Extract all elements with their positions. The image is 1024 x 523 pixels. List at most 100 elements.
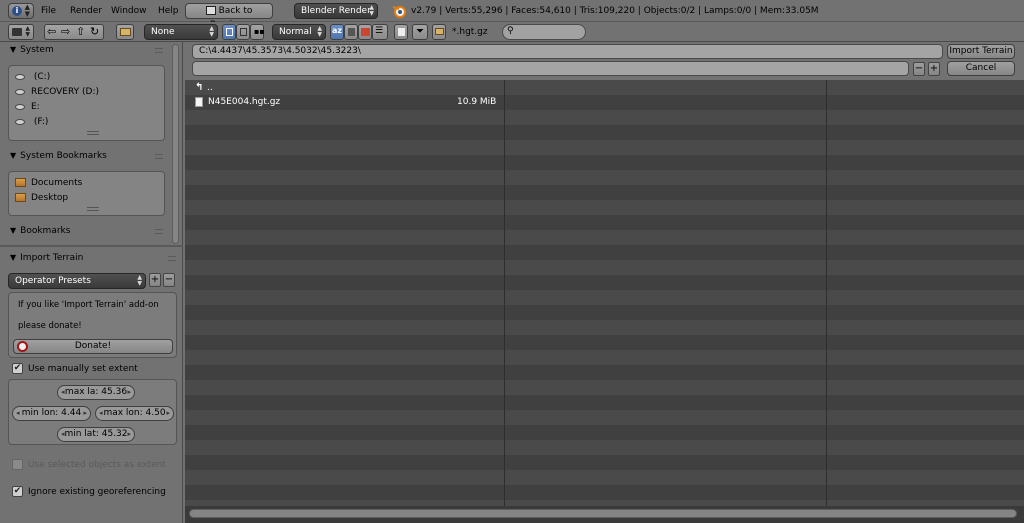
donate-box: If you like 'Import Terrain' add-on plea… bbox=[8, 292, 177, 358]
new-folder-button[interactable] bbox=[116, 24, 134, 40]
folder-icon bbox=[15, 178, 26, 187]
sidebar-scrollbar[interactable] bbox=[172, 44, 179, 244]
max-lon-field[interactable]: ◂ max lon: 4.50 ▸ bbox=[95, 406, 174, 421]
sort-alpha-icon: az bbox=[332, 26, 343, 35]
display-long-list-button[interactable] bbox=[236, 24, 250, 40]
increment-arrow-icon[interactable]: ▸ bbox=[166, 407, 170, 420]
collapse-triangle-icon: ▼ bbox=[10, 151, 17, 160]
list-resize-handle[interactable] bbox=[87, 131, 99, 135]
checkmark-icon: ✔ bbox=[12, 363, 23, 374]
decrement-arrow-icon[interactable]: ◂ bbox=[16, 407, 20, 420]
list-item[interactable]: (F:) bbox=[15, 115, 48, 129]
decrement-filename-button[interactable]: − bbox=[913, 62, 925, 76]
show-hidden-button[interactable] bbox=[394, 24, 408, 40]
forward-icon[interactable]: ⇨ bbox=[61, 25, 70, 39]
add-preset-button[interactable]: + bbox=[149, 273, 161, 287]
system-bookmarks-list: Documents Desktop bbox=[8, 171, 165, 216]
editor-type-selector[interactable]: i ▲ ▼ bbox=[8, 3, 34, 19]
sort-time-icon bbox=[361, 28, 370, 36]
ignore-georef-checkbox[interactable]: ✔ Ignore existing georeferencing bbox=[12, 485, 166, 499]
short-list-icon bbox=[226, 28, 233, 36]
operator-presets-dropdown[interactable]: Operator Presets ▲ ▼ bbox=[8, 273, 146, 289]
updown-arrows-icon: ▲ ▼ bbox=[25, 25, 30, 38]
parent-directory-row[interactable]: ↰.. bbox=[195, 80, 213, 95]
sidebar: ▼ System (C:) RECOVERY (D:) E: (F:) ▼ Syst… bbox=[0, 42, 183, 523]
panel-header-bookmarks[interactable]: ▼ Bookmarks bbox=[10, 224, 70, 238]
max-lat-field[interactable]: ◂ max la: 45.36 ▸ bbox=[57, 385, 135, 400]
panel-divider bbox=[0, 245, 183, 247]
decrement-arrow-icon[interactable]: ◂ bbox=[99, 407, 103, 420]
updown-arrows-icon: ▲ ▼ bbox=[137, 274, 142, 287]
panel-grip-icon[interactable] bbox=[168, 256, 176, 261]
list-item[interactable]: RECOVERY (D:) bbox=[15, 85, 99, 99]
directory-path-field[interactable]: C:\4.4437\45.3573\4.5032\45.3223\ bbox=[192, 44, 943, 59]
menu-file[interactable]: File bbox=[41, 3, 56, 19]
list-item[interactable]: Documents bbox=[15, 176, 82, 190]
refresh-icon[interactable]: ↻ bbox=[90, 25, 99, 39]
filter-folder-button[interactable] bbox=[432, 24, 446, 40]
sort-alpha-button[interactable]: az bbox=[330, 24, 344, 40]
display-short-list-button[interactable] bbox=[222, 24, 236, 40]
donate-message-line1: If you like 'Import Terrain' add-on bbox=[18, 300, 159, 310]
file-browser-header: ▲ ▼ ⇦ ⇨ ⇧ ↻ None ▲ ▼ ▪▪ Normal ▲ ▼ az ☰ ⏷ bbox=[0, 22, 1024, 42]
min-lon-field[interactable]: ◂ min lon: 4.44 ▸ bbox=[12, 406, 91, 421]
panel-header-system[interactable]: ▼ System bbox=[10, 43, 54, 57]
folder-icon bbox=[120, 28, 131, 36]
filebrowser-icon bbox=[12, 28, 22, 36]
parent-directory-icon[interactable]: ⇧ bbox=[76, 25, 85, 39]
panel-header-system-bookmarks[interactable]: ▼ System Bookmarks bbox=[10, 149, 107, 163]
sort-time-button[interactable] bbox=[358, 24, 372, 40]
cancel-button[interactable]: Cancel bbox=[947, 61, 1015, 76]
file-list: ↰.. N45E004.hgt.gz 10.9 MiB bbox=[185, 80, 1024, 506]
menu-window[interactable]: Window bbox=[111, 3, 147, 19]
filename-field[interactable] bbox=[192, 61, 909, 76]
drive-icon bbox=[15, 73, 25, 80]
remove-preset-button[interactable]: − bbox=[163, 273, 175, 287]
horizontal-scrollbar[interactable] bbox=[189, 509, 1017, 518]
use-selected-objects-checkbox[interactable]: Use selected objects as extent bbox=[12, 458, 166, 472]
back-to-previous-button[interactable]: Back to Previous bbox=[185, 3, 273, 30]
sort-extension-icon bbox=[348, 28, 355, 36]
list-item[interactable]: (C:) bbox=[15, 70, 50, 84]
recursion-dropdown[interactable]: None ▲ ▼ bbox=[144, 24, 218, 40]
use-manual-extent-checkbox[interactable]: ✔ Use manually set extent bbox=[12, 362, 138, 376]
parent-arrow-icon: ↰ bbox=[195, 82, 204, 93]
decrement-arrow-icon[interactable]: ◂ bbox=[61, 386, 65, 399]
search-input[interactable]: ⚲ bbox=[502, 24, 586, 40]
menu-render[interactable]: Render bbox=[70, 3, 102, 19]
back-icon[interactable]: ⇦ bbox=[47, 25, 56, 39]
render-engine-dropdown[interactable]: Blender Render ▲ ▼ bbox=[294, 3, 378, 19]
list-item[interactable]: E: bbox=[15, 100, 40, 114]
collapse-triangle-icon: ▼ bbox=[10, 253, 17, 262]
increment-arrow-icon[interactable]: ▸ bbox=[127, 428, 131, 441]
donate-button[interactable]: Donate! bbox=[13, 339, 173, 354]
panel-grip-icon[interactable] bbox=[155, 48, 163, 53]
min-lat-field[interactable]: ◂ min lat: 45.32 ▸ bbox=[57, 427, 135, 442]
menu-help[interactable]: Help bbox=[158, 3, 179, 19]
sort-size-icon: ☰ bbox=[375, 26, 384, 36]
panel-grip-icon[interactable] bbox=[155, 154, 163, 159]
increment-arrow-icon[interactable]: ▸ bbox=[83, 407, 87, 420]
plus-icon: + bbox=[929, 63, 939, 74]
increment-arrow-icon[interactable]: ▸ bbox=[127, 386, 131, 399]
editor-type-selector-filebrowser[interactable]: ▲ ▼ bbox=[8, 24, 34, 40]
info-header: i ▲▼ File Render Window Help Back to Pre… bbox=[0, 0, 1024, 30]
list-resize-handle[interactable] bbox=[87, 207, 99, 211]
thumbnails-icon: ▪▪ bbox=[254, 27, 265, 36]
file-size: 10.9 MiB bbox=[457, 97, 497, 107]
increment-filename-button[interactable]: + bbox=[928, 62, 940, 76]
import-terrain-button[interactable]: Import Terrain bbox=[947, 44, 1015, 59]
filter-toggle-button[interactable]: ⏷ bbox=[412, 24, 428, 40]
hidden-files-icon bbox=[398, 28, 405, 36]
table-row[interactable]: N45E004.hgt.gz 10.9 MiB bbox=[195, 95, 497, 110]
panel-header-import-terrain[interactable]: ▼ Import Terrain bbox=[10, 251, 83, 265]
thumbnail-size-dropdown[interactable]: Normal ▲ ▼ bbox=[272, 24, 326, 40]
sort-size-button[interactable]: ☰ bbox=[372, 24, 388, 40]
list-item[interactable]: Desktop bbox=[15, 191, 68, 205]
sort-extension-button[interactable] bbox=[344, 24, 358, 40]
decrement-arrow-icon[interactable]: ◂ bbox=[61, 428, 65, 441]
checkmark-icon: ✔ bbox=[12, 486, 23, 497]
info-icon: i bbox=[12, 6, 22, 16]
panel-grip-icon[interactable] bbox=[155, 229, 163, 234]
display-thumbnails-button[interactable]: ▪▪ bbox=[250, 24, 265, 40]
